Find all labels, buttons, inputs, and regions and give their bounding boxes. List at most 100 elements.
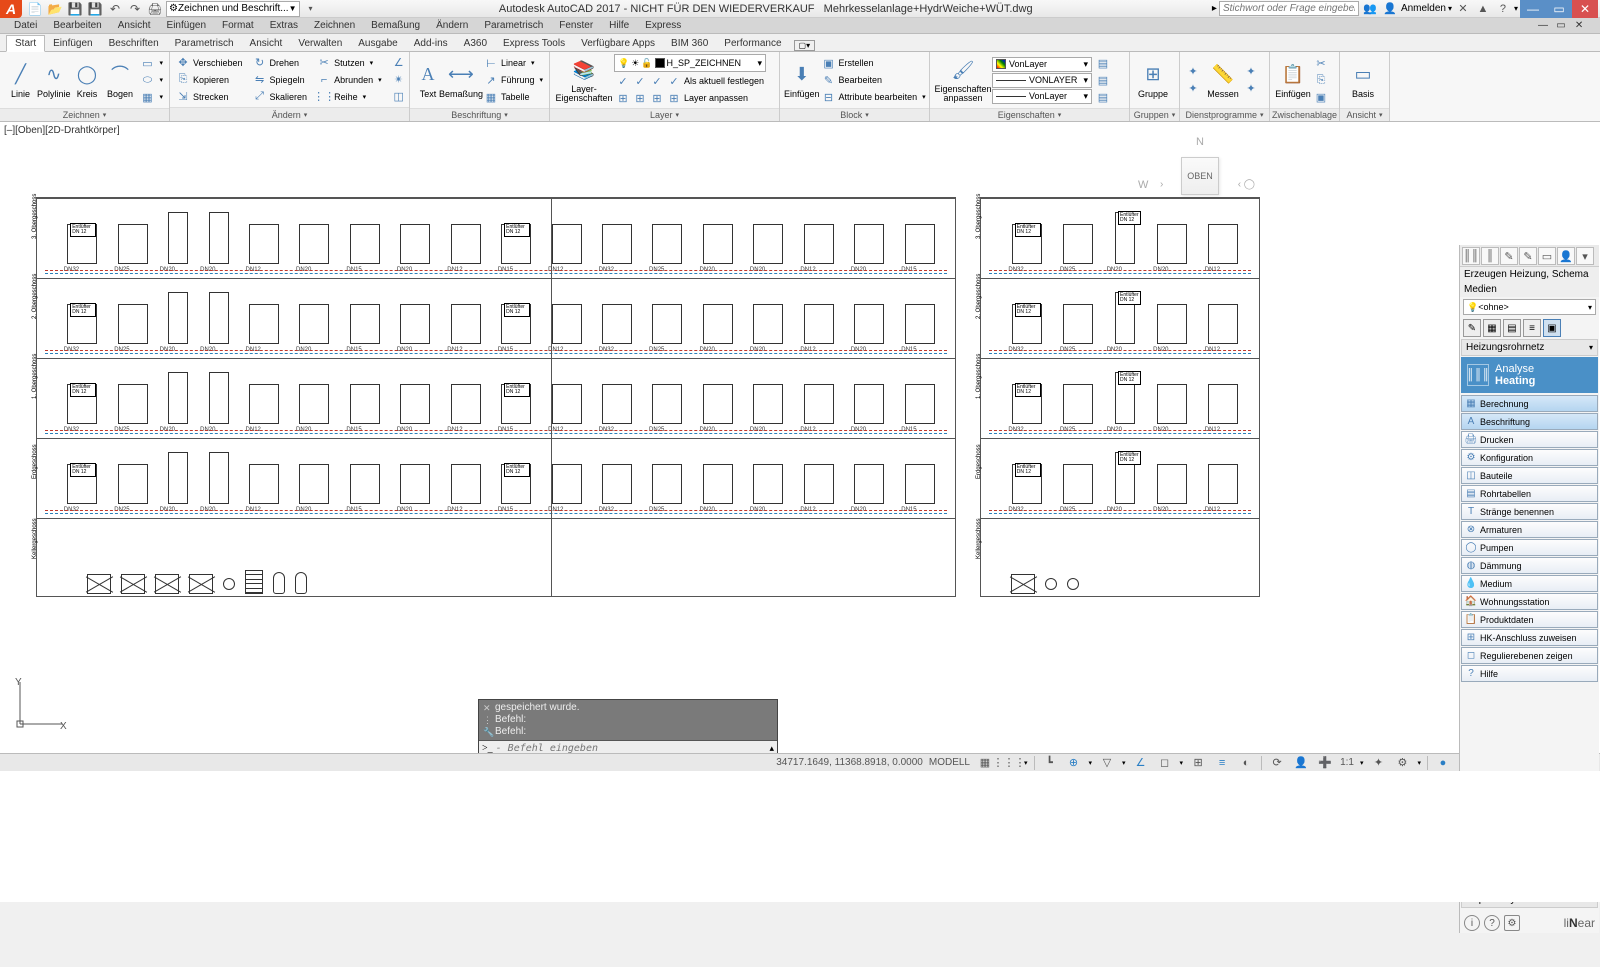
prop-extra2[interactable]: ▤: [1094, 72, 1112, 88]
tab-parametrisch[interactable]: Parametrisch: [167, 36, 242, 51]
messen-button[interactable]: 📏Messen: [1204, 54, 1242, 106]
heating-unit[interactable]: [804, 224, 834, 264]
doc-minimize-icon[interactable]: ―: [1534, 18, 1552, 34]
heating-unit[interactable]: [753, 384, 783, 424]
settings-icon[interactable]: ⚙: [1504, 915, 1520, 931]
util4[interactable]: ✦: [1242, 81, 1260, 97]
boiler-equipment[interactable]: [1011, 574, 1079, 594]
viewport-label[interactable]: [–][Oben][2D-Drahtkörper]: [4, 125, 120, 136]
heating-unit[interactable]: [118, 384, 148, 424]
heating-unit[interactable]: [1208, 304, 1238, 344]
util2[interactable]: ✦: [1184, 81, 1202, 97]
sb-btn-bauteile[interactable]: ◫Bauteile: [1461, 467, 1598, 484]
workspace-combo[interactable]: ⚙Zeichnen und Beschrift...▼: [166, 1, 300, 17]
rect-button[interactable]: ▭▾: [138, 55, 165, 71]
explode-button[interactable]: ✴: [390, 72, 408, 88]
boiler-unit[interactable]: [1011, 574, 1035, 594]
polar-icon[interactable]: ⊕: [1065, 755, 1083, 771]
heating-unit[interactable]: Entlüfter DN 12: [501, 384, 531, 424]
insert-button[interactable]: ⬇Einfügen: [784, 54, 820, 106]
heating-unit[interactable]: [552, 464, 582, 504]
tab-ansicht[interactable]: Ansicht: [242, 36, 291, 51]
heating-unit[interactable]: [209, 212, 229, 264]
heating-unit[interactable]: [249, 304, 279, 344]
heating-unit[interactable]: [854, 224, 884, 264]
sb-tool5-icon[interactable]: ▭: [1538, 247, 1556, 265]
menu-datei[interactable]: Datei: [6, 20, 45, 31]
help-icon[interactable]: ?: [1494, 1, 1512, 17]
sb-btn-armaturen[interactable]: ⊗Armaturen: [1461, 521, 1598, 538]
boiler-unit[interactable]: [87, 574, 111, 594]
heating-unit[interactable]: [652, 224, 682, 264]
sb-tab5[interactable]: ▣: [1543, 319, 1561, 337]
heating-unit[interactable]: [400, 384, 430, 424]
sb-btn-berechnung[interactable]: ▦Berechnung: [1461, 395, 1598, 412]
sb-tool6-icon[interactable]: 👤: [1557, 247, 1575, 265]
abrunden-button[interactable]: ⌐Abrunden▾: [315, 72, 384, 88]
heating-unit[interactable]: [753, 304, 783, 344]
heating-unit[interactable]: [1157, 224, 1187, 264]
heating-unit[interactable]: [804, 464, 834, 504]
sb-btn-hilfe[interactable]: ?Hilfe: [1461, 665, 1598, 682]
tab-beschriften[interactable]: Beschriften: [101, 36, 167, 51]
buffer-tank[interactable]: [273, 572, 285, 594]
heating-unit[interactable]: [905, 384, 935, 424]
coords-readout[interactable]: 34717.1649, 11368.8918, 0.0000: [776, 757, 923, 768]
otrack-icon[interactable]: ⊞: [1189, 755, 1207, 771]
heating-unit[interactable]: [118, 224, 148, 264]
gear-icon[interactable]: ⚙: [1393, 755, 1411, 771]
pump-icon[interactable]: [223, 578, 235, 590]
info-icon[interactable]: i: [1464, 915, 1480, 931]
sb-btn-produktdaten[interactable]: 📋Produktdaten: [1461, 611, 1598, 628]
heating-unit[interactable]: [753, 224, 783, 264]
menu-bearbeiten[interactable]: Bearbeiten: [45, 20, 109, 31]
exchange-icon[interactable]: ✕: [1454, 1, 1472, 17]
viewcube-n[interactable]: N: [1196, 136, 1204, 148]
sb-tab2[interactable]: ▦: [1483, 319, 1501, 337]
heating-unit[interactable]: [209, 292, 229, 344]
heating-unit[interactable]: [249, 464, 279, 504]
cycling-icon[interactable]: ⟳: [1268, 755, 1286, 771]
save-icon[interactable]: 💾: [66, 1, 84, 17]
heating-unit[interactable]: [552, 304, 582, 344]
heating-unit[interactable]: [552, 224, 582, 264]
tab-expresstools[interactable]: Express Tools: [495, 36, 573, 51]
open-icon[interactable]: 📂: [46, 1, 64, 17]
drawing-left[interactable]: 3. ObergeschossEntlüfter DN 12Entlüfter …: [36, 197, 956, 597]
boiler-unit[interactable]: [189, 574, 213, 594]
heating-unit[interactable]: [1157, 304, 1187, 344]
heating-unit[interactable]: [451, 384, 481, 424]
edit-button[interactable]: ✎Bearbeiten: [820, 72, 928, 88]
heating-unit[interactable]: Entlüfter DN 12: [1115, 372, 1135, 424]
heating-unit[interactable]: Entlüfter DN 12: [1012, 224, 1042, 264]
heating-unit[interactable]: [804, 304, 834, 344]
heating-unit[interactable]: [400, 304, 430, 344]
heating-unit[interactable]: [451, 464, 481, 504]
ucs-icon[interactable]: X Y: [12, 677, 67, 732]
heating-unit[interactable]: [350, 224, 380, 264]
saveas-icon[interactable]: 💾: [86, 1, 104, 17]
minimize-icon[interactable]: ―: [1520, 0, 1546, 18]
attredit-button[interactable]: ⊟Attribute bearbeiten▾: [820, 89, 928, 105]
sb-tool1-icon[interactable]: ║║: [1462, 247, 1480, 265]
tab-apps[interactable]: Verfügbare Apps: [573, 36, 663, 51]
tab-ausgabe[interactable]: Ausgabe: [350, 36, 405, 51]
isodraft-icon[interactable]: ▽: [1098, 755, 1116, 771]
kreis-button[interactable]: ◯Kreis: [71, 54, 104, 106]
heating-unit[interactable]: Entlüfter DN 12: [501, 224, 531, 264]
heating-unit[interactable]: [168, 372, 188, 424]
heating-unit[interactable]: [209, 452, 229, 504]
heating-unit[interactable]: [350, 304, 380, 344]
annoscale-icon[interactable]: ✦: [1369, 755, 1387, 771]
viewcube-left-arrow-icon[interactable]: ›: [1160, 179, 1163, 190]
heating-unit[interactable]: [854, 384, 884, 424]
menu-bemassung[interactable]: Bemaßung: [363, 20, 428, 31]
erase-button[interactable]: ∠: [390, 55, 408, 71]
heating-unit[interactable]: [168, 292, 188, 344]
heating-unit[interactable]: [905, 464, 935, 504]
heating-unit[interactable]: [1063, 304, 1093, 344]
heating-unit[interactable]: Entlüfter DN 12: [501, 464, 531, 504]
heat-exchanger[interactable]: [245, 570, 263, 594]
copy-button[interactable]: ⎘: [1312, 72, 1330, 88]
app-logo-icon[interactable]: A: [0, 0, 22, 18]
